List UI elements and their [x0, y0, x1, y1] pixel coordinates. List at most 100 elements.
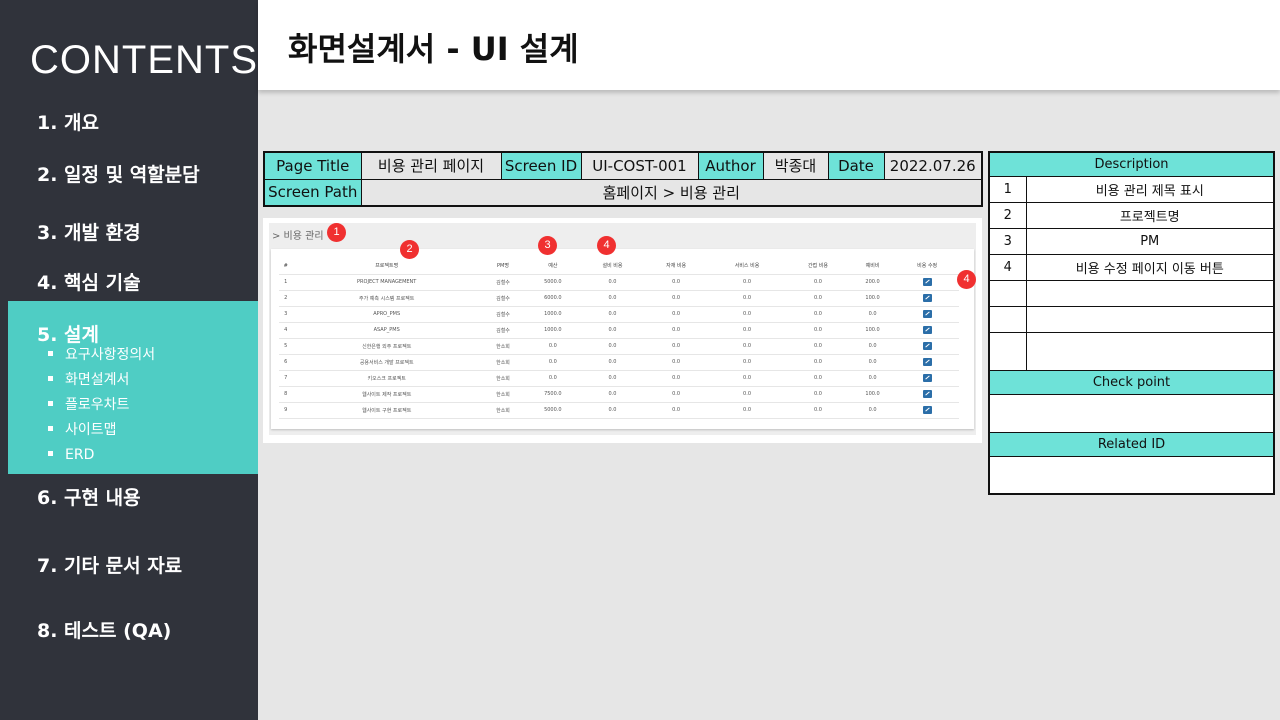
table-cell: 0.0 — [849, 370, 896, 387]
table-cell: 0.0 — [786, 386, 850, 403]
table-cell: 3 — [279, 306, 293, 323]
nav-item-design[interactable]: 5. 설계 — [37, 320, 99, 347]
table-cell: 웹사이트 구현 프로젝트 — [292, 402, 482, 419]
table-cell: 0.0 — [786, 402, 850, 419]
sub-item-sitemap[interactable]: 사이트맵 — [48, 420, 155, 445]
table-cell: 0.0 — [580, 274, 645, 291]
mockup-column-header: 예비비 — [849, 258, 896, 275]
table-cell: 김철수 — [481, 274, 525, 291]
edit-icon[interactable] — [922, 278, 932, 286]
edit-cost-button[interactable] — [895, 338, 959, 355]
edit-icon[interactable] — [922, 374, 932, 382]
table-cell: 1000.0 — [524, 322, 581, 339]
table-cell: 0.0 — [707, 386, 787, 403]
nav-item-other-docs[interactable]: 7. 기타 문서 자료 — [37, 551, 182, 578]
page-title-label: Page Title — [263, 151, 362, 180]
table-cell: 100.0 — [849, 290, 896, 307]
table-cell: 1 — [279, 274, 293, 291]
mockup-page: > 비용 관리 # 프로젝트명 PM명 예산 설비 비용 자재 비용 서비스 비용 간접 비용… — [269, 223, 976, 435]
table-row: 9 웹사이트 구현 프로젝트 한소희 5000.0 0.0 0.0 0.0 0.0 0.0 — [279, 402, 959, 419]
table-cell: 0.0 — [707, 306, 787, 323]
table-cell: 0.0 — [707, 402, 787, 419]
sidebar: CONTENTS 1. 개요 2. 일정 및 역할분담 3. 개발 환경 4. … — [0, 0, 258, 720]
mockup-column-header: 비용 수정 — [895, 258, 959, 275]
edit-icon[interactable] — [922, 294, 932, 302]
table-cell: 0.0 — [644, 306, 708, 323]
mockup-column-header: 설비 비용 — [580, 258, 645, 275]
nav-item-core-tech[interactable]: 4. 핵심 기술 — [37, 268, 141, 295]
sub-item-flowchart[interactable]: 플로우차트 — [48, 395, 155, 420]
nav-item-schedule[interactable]: 2. 일정 및 역할분담 — [37, 160, 200, 187]
screen-path-value: 홈페이지 > 비용 관리 — [360, 178, 983, 207]
nav-item-dev-env[interactable]: 3. 개발 환경 — [37, 218, 141, 245]
header: 화면설계서 - UI 설계 — [258, 0, 1280, 90]
sub-item-erd[interactable]: ERD — [48, 445, 155, 470]
date-label: Date — [827, 151, 885, 180]
table-cell: 0.0 — [707, 290, 787, 307]
nav-item-overview[interactable]: 1. 개요 — [37, 108, 99, 135]
table-cell: 0.0 — [786, 322, 850, 339]
table-cell: 0.0 — [644, 290, 708, 307]
table-cell: 김철수 — [481, 322, 525, 339]
sub-item-screen-design[interactable]: 화면설계서 — [48, 370, 155, 395]
marker-3: 3 — [538, 236, 557, 255]
edit-cost-button[interactable] — [895, 306, 959, 323]
table-cell: 한소희 — [481, 370, 525, 387]
marker-1: 1 — [327, 223, 346, 242]
related-id-header: Related ID — [988, 431, 1275, 457]
nav-item-implementation[interactable]: 6. 구현 내용 — [37, 483, 141, 510]
desc-text — [1025, 331, 1275, 371]
edit-icon[interactable] — [922, 358, 932, 366]
edit-cost-button[interactable] — [895, 274, 959, 291]
table-cell: 0.0 — [849, 338, 896, 355]
marker-4-edit: 4 — [957, 270, 976, 289]
screen-mockup: > 비용 관리 # 프로젝트명 PM명 예산 설비 비용 자재 비용 서비스 비용 간접 비용… — [263, 218, 982, 443]
mockup-column-header: 간접 비용 — [786, 258, 850, 275]
desc-num: 2 — [988, 201, 1027, 229]
related-id-value — [988, 455, 1275, 495]
table-cell: 김철수 — [481, 290, 525, 307]
table-cell: 0.0 — [707, 354, 787, 371]
description-header: Description — [988, 151, 1275, 177]
table-row: 2 주가 예측 시스템 프로젝트 김철수 6000.0 0.0 0.0 0.0 0.0 100.… — [279, 290, 959, 307]
edit-icon[interactable] — [922, 342, 932, 350]
edit-cost-button[interactable] — [895, 370, 959, 387]
edit-cost-button[interactable] — [895, 402, 959, 419]
edit-icon[interactable] — [922, 310, 932, 318]
edit-cost-button[interactable] — [895, 386, 959, 403]
marker-4: 4 — [597, 236, 616, 255]
edit-icon[interactable] — [922, 390, 932, 398]
desc-num — [988, 305, 1027, 333]
table-row: 4 ASAP_PMS 김철수 1000.0 0.0 0.0 0.0 0.0 100.0 — [279, 322, 959, 339]
edit-cost-button[interactable] — [895, 290, 959, 307]
table-cell: 0.0 — [580, 322, 645, 339]
table-row: 6 공용서비스 개발 프로젝트 한소희 0.0 0.0 0.0 0.0 0.0 0.0 — [279, 354, 959, 371]
table-cell: 100.0 — [849, 386, 896, 403]
edit-icon[interactable] — [922, 326, 932, 334]
edit-icon[interactable] — [922, 406, 932, 414]
contents-title: CONTENTS — [30, 38, 258, 82]
mockup-cost-table: # 프로젝트명 PM명 예산 설비 비용 자재 비용 서비스 비용 간접 비용 예비비 비용 수정… — [279, 258, 959, 419]
desc-num: 3 — [988, 227, 1027, 255]
table-cell: 0.0 — [644, 322, 708, 339]
edit-cost-button[interactable] — [895, 354, 959, 371]
table-cell: 웹사이트 제작 프로젝트 — [292, 386, 482, 403]
table-cell: 100.0 — [849, 322, 896, 339]
mockup-column-header: # — [279, 258, 293, 275]
mockup-column-header: PM명 — [481, 258, 525, 275]
mockup-breadcrumb[interactable]: > 비용 관리 — [272, 227, 324, 242]
marker-2: 2 — [400, 240, 419, 259]
table-cell: 0.0 — [644, 274, 708, 291]
table-cell: 0.0 — [580, 354, 645, 371]
author-value: 박종대 — [762, 151, 829, 180]
nav-item-test-qa[interactable]: 8. 테스트 (QA) — [37, 616, 171, 643]
mockup-column-header: 프로젝트명 — [292, 258, 482, 275]
edit-cost-button[interactable] — [895, 322, 959, 339]
author-label: Author — [697, 151, 764, 180]
table-cell: 0.0 — [580, 402, 645, 419]
table-row: 8 웹사이트 제작 프로젝트 한소희 7500.0 0.0 0.0 0.0 0.0 100.0 — [279, 386, 959, 403]
bullet-icon — [48, 375, 53, 381]
sub-item-requirements[interactable]: 요구사항정의서 — [48, 345, 155, 370]
table-cell: 공용서비스 개발 프로젝트 — [292, 354, 482, 371]
table-cell: 0.0 — [644, 370, 708, 387]
